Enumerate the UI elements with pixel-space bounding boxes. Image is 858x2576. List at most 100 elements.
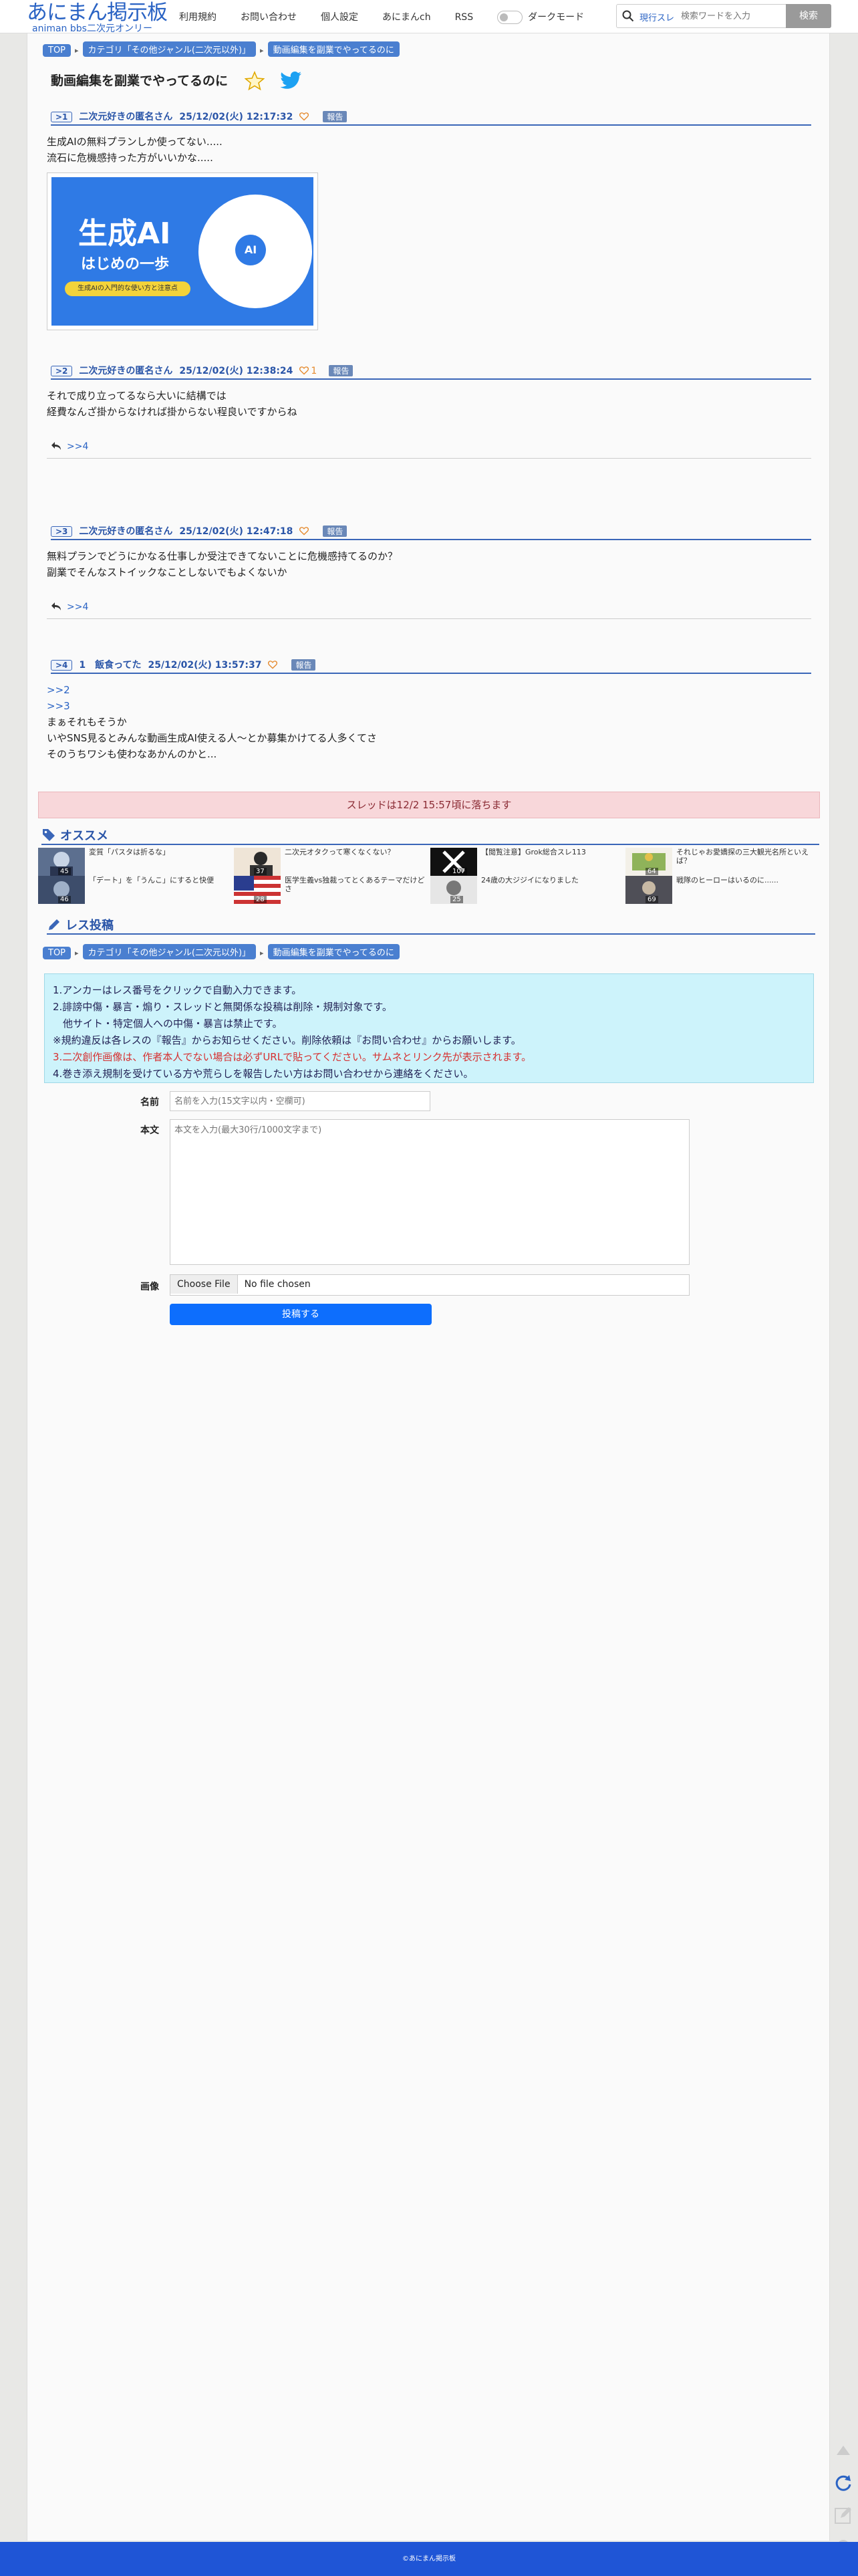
reply-bar: >>4: [47, 441, 811, 459]
post-date: 25/12/02(火) 12:38:24: [179, 366, 293, 376]
dark-mode-label: ダークモード: [528, 12, 585, 23]
post-line: 副業でそんなストイックなことしないでもよくないか: [47, 566, 287, 578]
body-textarea[interactable]: [170, 1119, 690, 1265]
recommend-item[interactable]: 戦隊のヒーローはいるのに...... 69: [625, 876, 816, 904]
post-body: >>2 >>3 まぁそれもそうか いやSNS見るとみんな動画生成AI使える人〜と…: [47, 682, 377, 762]
breadcrumb-thread[interactable]: 動画編集を副業でやってるのに: [267, 41, 400, 57]
compose-icon[interactable]: [831, 2503, 855, 2527]
report-button[interactable]: 報告: [323, 111, 347, 122]
post-header: >2 二次元好きの匿名さん 25/12/02(火) 12:38:24 1 報告: [51, 364, 811, 380]
breadcrumb-thread[interactable]: 動画編集を副業でやってるのに: [267, 944, 400, 959]
post-line: まぁそれもそうか: [47, 716, 127, 728]
thread-title: 動画編集を副業でやってるのに: [51, 74, 229, 88]
name-label: 名前: [140, 1097, 159, 1108]
reply-form-title: レス投稿: [65, 919, 114, 933]
comment-count: 46: [58, 896, 71, 903]
rule-line: 他サイト・特定個人への中傷・暴言は禁止です。: [53, 1018, 283, 1030]
recommend-item[interactable]: 【閲覧注意】Grok総合スレ113 107: [430, 848, 621, 876]
report-button[interactable]: 報告: [329, 365, 353, 376]
comment-count: 69: [646, 896, 658, 903]
reply-form-heading: レス投稿: [47, 916, 815, 935]
anchor-link[interactable]: >>2: [47, 682, 377, 698]
twitter-share-icon[interactable]: [279, 71, 302, 91]
breadcrumb-top[interactable]: TOP: [43, 44, 72, 57]
anchor-link[interactable]: >>3: [47, 698, 377, 714]
post-number[interactable]: >4: [51, 660, 73, 671]
search-input[interactable]: [681, 8, 781, 24]
comment-count: 107: [450, 868, 468, 875]
post-body: それで成り立ってるなら大いに結構では 経費なんざ掛からなければ掛からない程良いで…: [47, 388, 297, 420]
recommend-title: 変質「パスタは折るな」: [89, 848, 170, 856]
reply-icon: [51, 442, 61, 450]
recommend-item[interactable]: 24歳の大ジジイになりました 25: [430, 876, 621, 904]
reload-icon[interactable]: [831, 2471, 855, 2495]
recommend-item[interactable]: 「デート」を「うんこ」にすると快便 46: [38, 876, 229, 904]
comment-count: 37: [254, 868, 267, 875]
footer: ©あにまん掲示板: [0, 2542, 858, 2576]
poster-name: 二次元好きの匿名さん: [79, 526, 173, 537]
post-line: そのうちワシも使わなあかんのかと...: [47, 748, 217, 760]
heart-icon[interactable]: [299, 526, 309, 536]
post-line: それで成り立ってるなら大いに結構では: [47, 390, 227, 402]
recommend-item[interactable]: 二次元オタクって寒くなくない？ 37: [234, 848, 424, 876]
recommend-heading: オススメ: [41, 826, 819, 845]
nav-terms[interactable]: 利用規約: [179, 10, 217, 23]
heart-icon[interactable]: [299, 112, 309, 121]
nav-rss[interactable]: RSS: [455, 12, 474, 23]
reply-link[interactable]: >>4: [67, 602, 88, 612]
post-line: 経費なんざ掛からなければ掛からない程良いですからね: [47, 406, 297, 418]
post-header: >1 二次元好きの匿名さん 25/12/02(火) 12:17:32 報告: [51, 110, 811, 126]
favorite-star-icon[interactable]: [245, 71, 265, 91]
nav-contact[interactable]: お問い合わせ: [241, 10, 297, 23]
dark-mode-toggle[interactable]: [497, 11, 523, 24]
search-scope[interactable]: 現行スレ: [639, 11, 674, 23]
report-button[interactable]: 報告: [323, 525, 347, 537]
logo-sub: animan bbs二次元オンリー: [32, 23, 152, 34]
image-subtitle: はじめの一歩: [81, 256, 170, 273]
recommend-title: それじゃお愛嬌探の三大観光名所といえば？: [676, 848, 809, 865]
report-button[interactable]: 報告: [291, 659, 316, 671]
post-number[interactable]: >2: [51, 366, 73, 376]
breadcrumb-category[interactable]: カテゴリ「その他ジャンル(二次元以外)」: [82, 944, 257, 959]
breadcrumb-bottom: TOP ▸ カテゴリ「その他ジャンル(二次元以外)」 ▸ 動画編集を副業でやってるのに: [43, 944, 400, 959]
file-input[interactable]: Choose File No file chosen: [170, 1274, 690, 1296]
scroll-top-icon[interactable]: [831, 2439, 855, 2463]
recommend-item[interactable]: それじゃお愛嬌探の三大観光名所といえば？ 64: [625, 848, 816, 876]
submit-button[interactable]: 投稿する: [170, 1304, 432, 1325]
breadcrumb-top[interactable]: TOP: [43, 947, 72, 959]
search-button[interactable]: 検索: [786, 4, 831, 28]
post-number[interactable]: >3: [51, 526, 73, 537]
post-header: >3 二次元好きの匿名さん 25/12/02(火) 12:47:18 報告: [51, 524, 811, 540]
post-number[interactable]: >1: [51, 112, 73, 122]
body-label: 本文: [140, 1125, 159, 1136]
comment-count: 25: [450, 896, 463, 903]
file-status: No file chosen: [244, 1279, 311, 1290]
post-body: 生成AIの無料プランしか使ってない..... 流石に危機感持った方がいいかな..…: [47, 134, 223, 166]
comment-count: 64: [646, 868, 658, 875]
site-logo[interactable]: あにまん掲示板 animan bbs二次元オンリー: [27, 1, 168, 34]
poster-name: 二次元好きの匿名さん: [79, 366, 173, 376]
post-line: 流石に危機感持った方がいいかな.....: [47, 152, 213, 164]
recommend-title: 24歳の大ジジイになりました: [481, 876, 579, 885]
post-line: 生成AIの無料プランしか使ってない.....: [47, 136, 223, 148]
nav-animanch[interactable]: あにまんch: [382, 10, 431, 23]
poster-name: 二次元好きの匿名さん: [79, 112, 173, 122]
recommend-title: 二次元オタクって寒くなくない？: [285, 848, 395, 856]
post-image[interactable]: 生成AI はじめの一歩 生成AIの入門的な使い方と注意点 AI: [47, 172, 318, 330]
heart-icon[interactable]: [268, 660, 278, 669]
image-tag: 生成AIの入門的な使い方と注意点: [65, 281, 190, 296]
logo-main: あにまん掲示板: [27, 1, 168, 25]
poster-name: 1 飯食ってた: [79, 660, 142, 671]
recommend-item[interactable]: 医学生義vs独裁ってとくあるテーマだけどさ 28: [234, 876, 424, 904]
choose-file-button[interactable]: Choose File: [170, 1275, 238, 1294]
recommend-title: オススメ: [60, 829, 108, 843]
nav-settings[interactable]: 個人設定: [321, 10, 358, 23]
name-field[interactable]: [170, 1091, 430, 1111]
breadcrumb-category[interactable]: カテゴリ「その他ジャンル(二次元以外)」: [82, 41, 257, 57]
post-body: 無料プランでどうにかなる仕事しか受注できてないことに危機感持てるのか？ 副業でそ…: [47, 548, 398, 580]
reply-link[interactable]: >>4: [67, 441, 88, 452]
recommend-item[interactable]: 変質「パスタは折るな」 45: [38, 848, 229, 876]
heart-icon[interactable]: [299, 366, 309, 375]
thread-deadline-notice: スレッドは12/2 15:57頃に落ちます: [38, 792, 820, 818]
search-icon: [622, 10, 634, 22]
